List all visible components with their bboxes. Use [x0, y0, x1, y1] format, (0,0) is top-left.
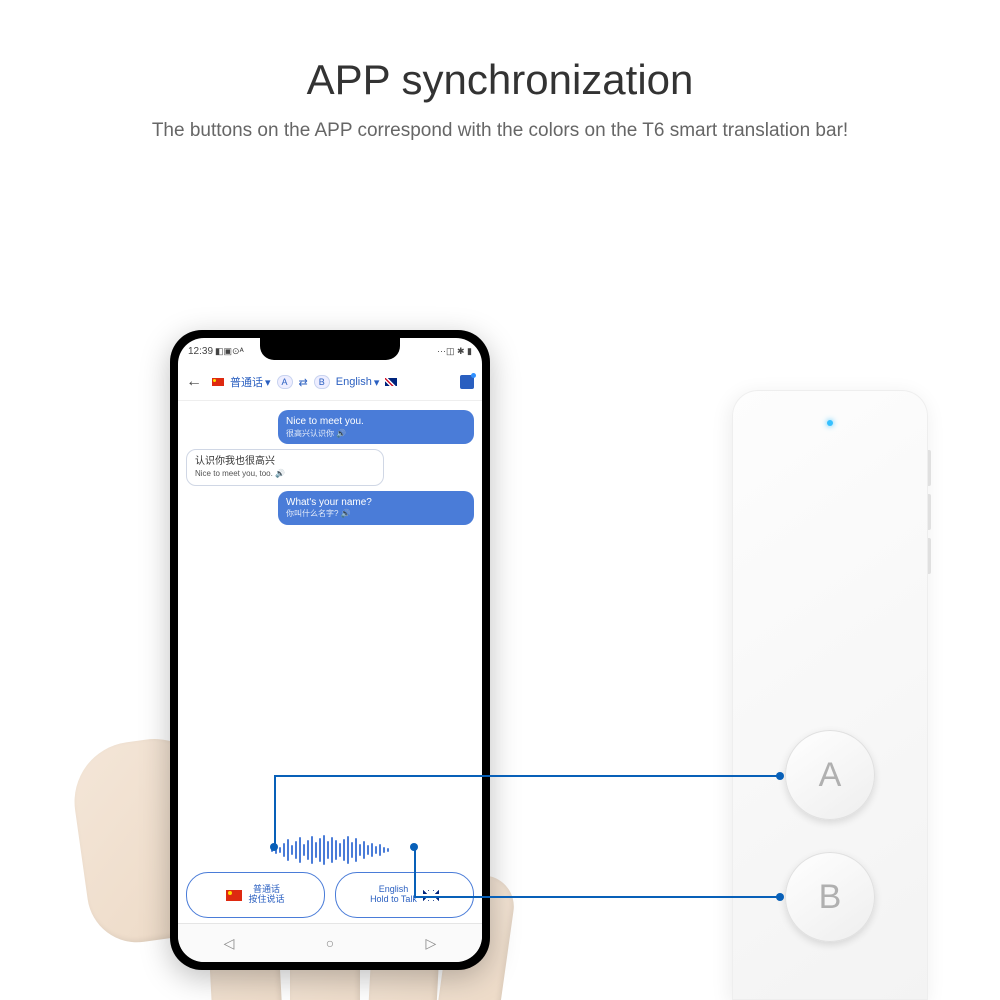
- flag-uk-icon: [423, 890, 439, 901]
- chevron-down-icon: ▾: [265, 376, 271, 389]
- talk-button-a[interactable]: 普通话 按住说话: [186, 872, 325, 918]
- nav-home-icon[interactable]: ○: [326, 935, 334, 951]
- back-icon[interactable]: ←: [186, 373, 202, 391]
- language-b-selector[interactable]: English ▾: [336, 376, 380, 389]
- android-nav-bar: ◁ ○ ▷: [178, 923, 482, 962]
- device-side-button[interactable]: [928, 450, 931, 486]
- talk-button-bar: 普通话 按住说话 English Hold to Talk: [186, 872, 474, 918]
- language-a-label: 普通话: [230, 374, 263, 390]
- connector-line: [414, 847, 416, 897]
- talk-b-hint: Hold to Talk: [370, 895, 417, 905]
- conversation-area: Nice to meet you. 很高兴认识你 🔊 认识你我也很高兴 Nice…: [178, 400, 482, 822]
- message-line1: 认识你我也很高兴: [195, 455, 375, 469]
- message-line2: 你叫什么名字? 🔊: [286, 509, 466, 520]
- device-button-a[interactable]: A: [785, 730, 875, 820]
- phone-mockup: 12:39 ◧▣⊙ᴬ ···◫ ✱ ▮ ← 普通话 ▾ A ⇄ B Englis…: [170, 330, 490, 970]
- language-a-selector[interactable]: 普通话 ▾: [230, 374, 271, 390]
- message-bubble[interactable]: What's your name? 你叫什么名字? 🔊: [278, 491, 474, 525]
- message-line1: Nice to meet you.: [286, 415, 466, 429]
- connector-line: [414, 896, 780, 898]
- phone-notch: [260, 338, 400, 360]
- led-indicator: [827, 420, 833, 426]
- message-line2: Nice to meet you, too. 🔊: [195, 469, 375, 480]
- nav-recent-icon[interactable]: ▷: [426, 935, 437, 952]
- message-bubble[interactable]: Nice to meet you. 很高兴认识你 🔊: [278, 410, 474, 444]
- device-side-button[interactable]: [928, 538, 931, 574]
- message-line1: What's your name?: [286, 496, 466, 510]
- device-connect-icon[interactable]: [460, 375, 474, 389]
- device-side-button[interactable]: [928, 494, 931, 530]
- nav-back-icon[interactable]: ◁: [224, 935, 235, 952]
- status-time: 12:39: [188, 346, 213, 357]
- swap-icon[interactable]: ⇄: [299, 376, 308, 389]
- message-bubble[interactable]: 认识你我也很高兴 Nice to meet you, too. 🔊: [186, 449, 384, 485]
- status-icons-left: ◧▣⊙ᴬ: [215, 346, 244, 357]
- translator-device: A B: [732, 390, 928, 1000]
- connector-dot: [776, 772, 784, 780]
- page-title: APP synchronization: [0, 56, 1000, 104]
- pill-b: B: [314, 375, 330, 389]
- page-subtitle: The buttons on the APP correspond with t…: [0, 120, 1000, 142]
- connector-dot: [776, 893, 784, 901]
- connector-line: [274, 776, 276, 847]
- device-button-b[interactable]: B: [785, 852, 875, 942]
- talk-a-hint: 按住说话: [248, 895, 284, 905]
- app-header: ← 普通话 ▾ A ⇄ B English ▾: [178, 364, 482, 401]
- language-b-label: English: [336, 376, 372, 388]
- message-line2: 很高兴认识你 🔊: [286, 429, 466, 440]
- flag-uk-icon: [385, 378, 397, 386]
- status-icons-right: ···◫ ✱ ▮: [437, 346, 472, 357]
- flag-cn-icon: [226, 890, 242, 901]
- chevron-down-icon: ▾: [374, 376, 380, 389]
- talk-button-b[interactable]: English Hold to Talk: [335, 872, 474, 918]
- connector-line: [274, 775, 780, 777]
- flag-cn-icon: [212, 378, 224, 386]
- pill-a: A: [277, 375, 293, 389]
- phone-screen: 12:39 ◧▣⊙ᴬ ···◫ ✱ ▮ ← 普通话 ▾ A ⇄ B Englis…: [178, 338, 482, 962]
